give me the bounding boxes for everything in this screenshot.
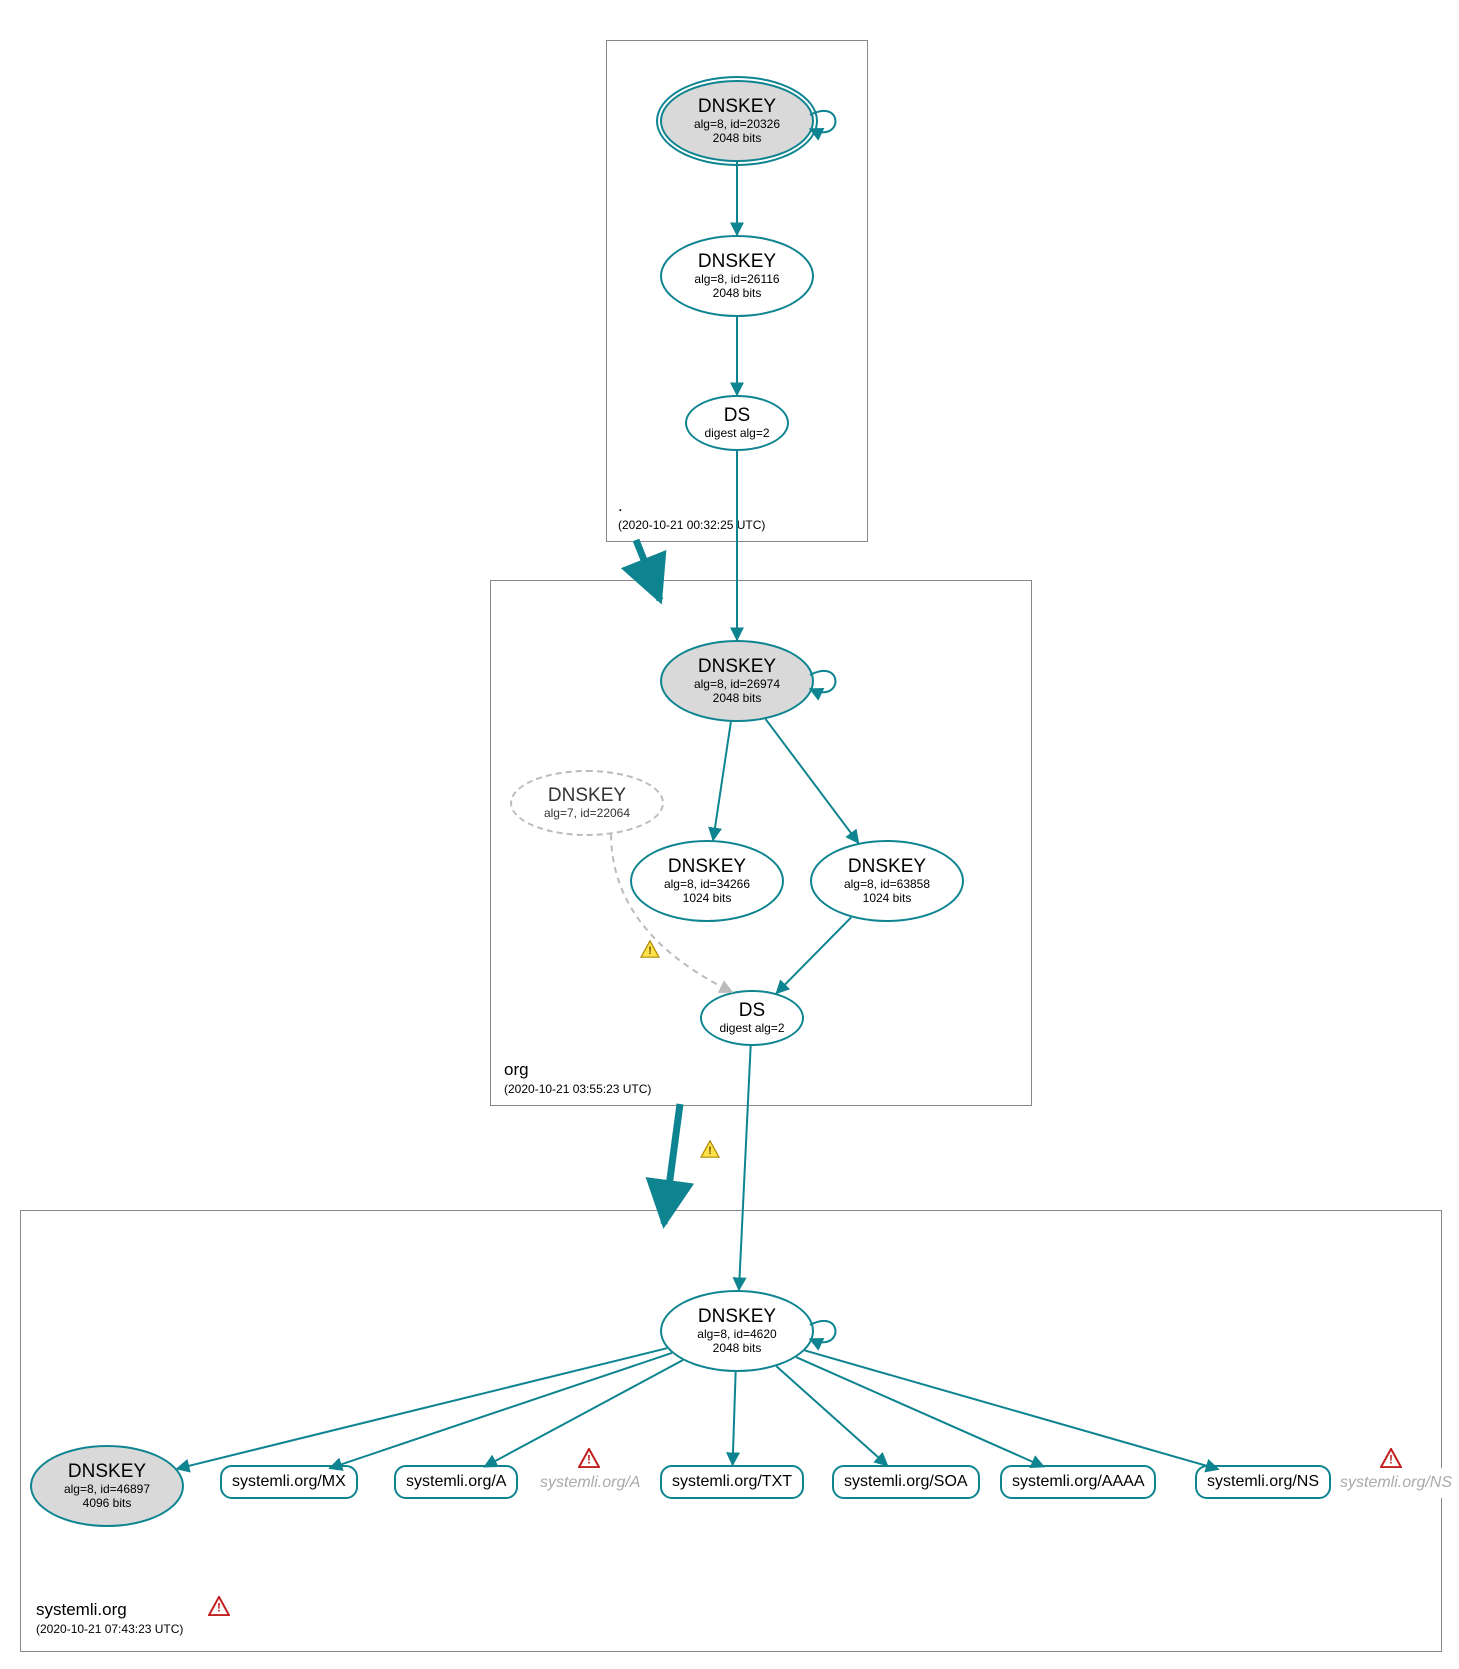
- node-title: DNSKEY: [668, 856, 746, 878]
- node-sub2: 2048 bits: [713, 287, 762, 301]
- record-ns-error[interactable]: systemli.org/NS: [1340, 1468, 1452, 1498]
- zone-root-label: .: [618, 496, 623, 516]
- svg-text:!: !: [648, 945, 652, 957]
- node-org-revoked[interactable]: DNSKEY alg=7, id=22064: [510, 770, 664, 836]
- node-title: DNSKEY: [698, 96, 776, 118]
- node-org-ksk[interactable]: DNSKEY alg=8, id=26974 2048 bits: [660, 640, 814, 722]
- node-title: DS: [739, 1000, 765, 1022]
- zone-root-timestamp: (2020-10-21 00:32:25 UTC): [618, 518, 765, 532]
- record-soa[interactable]: systemli.org/SOA: [832, 1465, 980, 1499]
- node-sub1: alg=8, id=26974: [694, 678, 780, 692]
- record-aaaa[interactable]: systemli.org/AAAA: [1000, 1465, 1156, 1499]
- svg-text:!: !: [587, 1452, 591, 1466]
- record-ns[interactable]: systemli.org/NS: [1195, 1465, 1331, 1499]
- node-systemli-ksk[interactable]: DNSKEY alg=8, id=46897 4096 bits: [30, 1445, 184, 1527]
- svg-text:!: !: [217, 1600, 221, 1614]
- svg-text:!: !: [1389, 1452, 1393, 1466]
- node-root-ds[interactable]: DS digest alg=2: [685, 395, 789, 451]
- node-title: DS: [724, 405, 750, 427]
- node-sub2: 2048 bits: [713, 132, 762, 146]
- node-org-ds[interactable]: DS digest alg=2: [700, 990, 804, 1046]
- node-sub1: alg=8, id=34266: [664, 878, 750, 892]
- record-mx[interactable]: systemli.org/MX: [220, 1465, 358, 1499]
- node-title: DNSKEY: [698, 656, 776, 678]
- node-sub2: 4096 bits: [83, 1497, 132, 1511]
- node-title: DNSKEY: [848, 856, 926, 878]
- node-sub1: alg=8, id=20326: [694, 118, 780, 132]
- node-title: DNSKEY: [698, 1306, 776, 1328]
- node-sub1: digest alg=2: [704, 427, 769, 441]
- node-systemli-zsk[interactable]: DNSKEY alg=8, id=4620 2048 bits: [660, 1290, 814, 1372]
- node-sub1: alg=8, id=63858: [844, 878, 930, 892]
- node-sub1: alg=8, id=26116: [694, 273, 779, 287]
- zone-systemli-label: systemli.org: [36, 1600, 127, 1620]
- zone-org-timestamp: (2020-10-21 03:55:23 UTC): [504, 1082, 651, 1096]
- zone-systemli-timestamp: (2020-10-21 07:43:23 UTC): [36, 1622, 183, 1636]
- node-title: DNSKEY: [68, 1461, 146, 1483]
- warning-icon: !: [700, 1140, 720, 1158]
- zone-org-label: org: [504, 1060, 529, 1080]
- node-org-zsk1[interactable]: DNSKEY alg=8, id=34266 1024 bits: [630, 840, 784, 922]
- zone-systemli-box: [20, 1210, 1442, 1652]
- error-icon: !: [1380, 1448, 1402, 1468]
- node-sub1: alg=7, id=22064: [544, 807, 630, 821]
- node-org-zsk2[interactable]: DNSKEY alg=8, id=63858 1024 bits: [810, 840, 964, 922]
- node-sub2: 2048 bits: [713, 692, 762, 706]
- node-sub1: digest alg=2: [719, 1022, 784, 1036]
- svg-text:!: !: [708, 1145, 712, 1157]
- node-sub2: 1024 bits: [683, 892, 732, 906]
- node-root-ksk[interactable]: DNSKEY alg=8, id=20326 2048 bits: [660, 80, 814, 162]
- node-title: DNSKEY: [698, 251, 776, 273]
- node-title: DNSKEY: [548, 785, 626, 807]
- node-sub1: alg=8, id=4620: [697, 1328, 776, 1342]
- node-sub1: alg=8, id=46897: [64, 1483, 150, 1497]
- record-a[interactable]: systemli.org/A: [394, 1465, 518, 1499]
- node-sub2: 1024 bits: [863, 892, 912, 906]
- error-icon: !: [578, 1448, 600, 1468]
- node-sub2: 2048 bits: [713, 1342, 762, 1356]
- record-a-error[interactable]: systemli.org/A: [540, 1468, 640, 1498]
- warning-icon: !: [640, 940, 660, 958]
- node-root-zsk[interactable]: DNSKEY alg=8, id=26116 2048 bits: [660, 235, 814, 317]
- error-icon: !: [208, 1596, 230, 1616]
- record-txt[interactable]: systemli.org/TXT: [660, 1465, 804, 1499]
